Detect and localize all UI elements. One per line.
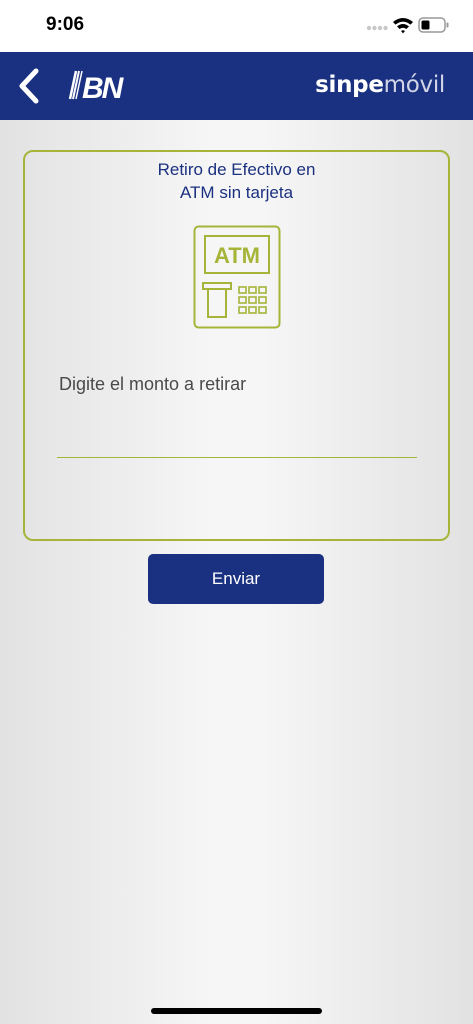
wifi-icon <box>393 18 413 34</box>
chevron-left-icon <box>19 68 39 104</box>
sinpe-movil-logo: sinpemóvil <box>315 72 445 98</box>
amount-label: Digite el monto a retirar <box>59 374 247 394</box>
status-time: 9:06 <box>46 14 85 35</box>
send-button[interactable]: Enviar <box>148 554 324 604</box>
card-title-line2: ATM sin tarjeta <box>179 183 294 202</box>
nav-bar: BN sinpemóvil <box>0 52 473 120</box>
brand-light-text: móvil <box>383 72 446 98</box>
cellular-signal-icon <box>366 25 388 31</box>
status-bar: 9:06 <box>0 0 473 52</box>
atm-icon: ATM <box>193 225 281 329</box>
card-title: Retiro de Efectivo en ATM sin tarjeta <box>25 158 448 204</box>
amount-input[interactable] <box>57 414 417 458</box>
back-button[interactable] <box>14 66 48 106</box>
battery-icon <box>418 17 449 33</box>
svg-text:BN: BN <box>82 72 125 105</box>
svg-text:ATM: ATM <box>214 243 260 268</box>
bn-logo: BN <box>68 70 127 105</box>
withdrawal-card: Retiro de Efectivo en ATM sin tarjeta AT… <box>23 150 450 541</box>
home-indicator <box>151 1008 322 1014</box>
card-title-line1: Retiro de Efectivo en <box>157 160 316 179</box>
brand-bold-text: sinpe <box>315 72 384 98</box>
